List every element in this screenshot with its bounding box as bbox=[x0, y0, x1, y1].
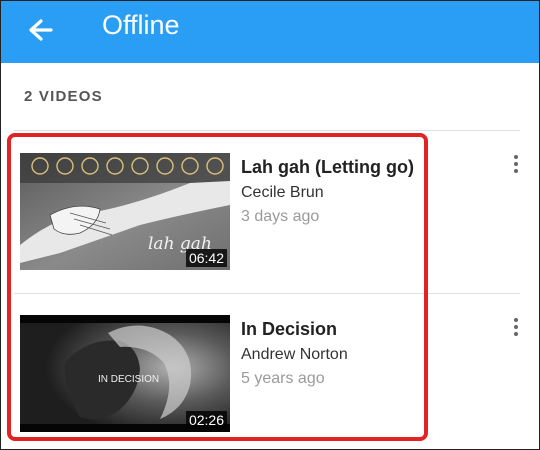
highlight-box bbox=[7, 133, 428, 441]
back-button[interactable] bbox=[21, 11, 61, 51]
more-options-button[interactable] bbox=[508, 316, 524, 340]
top-app-bar: Offline bbox=[1, 1, 539, 63]
kebab-menu-icon bbox=[514, 155, 518, 159]
arrow-left-icon bbox=[29, 19, 53, 41]
more-options-button[interactable] bbox=[508, 153, 524, 177]
kebab-menu-icon bbox=[514, 318, 518, 322]
page-title: Offline bbox=[102, 10, 180, 40]
video-count-label: 2 VIDEOS bbox=[24, 88, 103, 105]
